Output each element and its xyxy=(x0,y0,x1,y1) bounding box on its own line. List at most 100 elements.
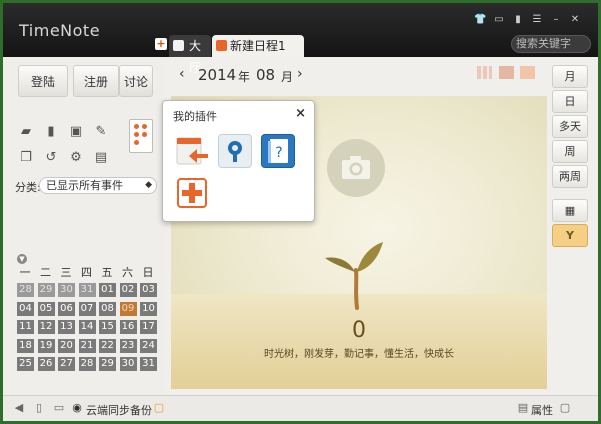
calendar-day[interactable]: 30 xyxy=(58,283,75,297)
camera-button[interactable] xyxy=(327,139,385,197)
tab-new-schedule[interactable]: 新建日程1 xyxy=(212,35,304,57)
calendar-day[interactable]: 01 xyxy=(99,283,116,297)
calendar-day[interactable]: 24 xyxy=(140,338,157,353)
add-tab-button[interactable]: + xyxy=(155,38,167,50)
skin-icon[interactable]: 👕 xyxy=(474,14,486,26)
view-day-button[interactable]: 日 xyxy=(552,90,588,113)
calendar-day[interactable]: 29 xyxy=(37,283,55,297)
import-plugin-icon[interactable] xyxy=(175,134,209,168)
sound-icon[interactable]: ◀ xyxy=(13,402,25,414)
calendar-day[interactable]: 16 xyxy=(119,320,137,334)
weekday-header: 日 xyxy=(142,266,154,279)
properties-label[interactable]: 属性 xyxy=(531,402,553,418)
discuss-button[interactable]: 讨论 xyxy=(119,65,153,97)
filter-label: 分类: xyxy=(15,181,41,194)
close-icon[interactable]: ✕ xyxy=(569,14,581,26)
copy-icon[interactable]: ❐ xyxy=(19,151,33,165)
calendar-day[interactable]: 29 xyxy=(99,357,116,371)
new-file-icon[interactable]: ▮ xyxy=(44,125,58,139)
popup-close-button[interactable]: × xyxy=(295,106,306,121)
calendar-day[interactable]: 27 xyxy=(58,357,75,371)
calendar-day[interactable]: 13 xyxy=(58,320,75,334)
calendar-day[interactable]: 04 xyxy=(17,301,34,316)
weekday-header: 五 xyxy=(101,266,113,279)
sprout-small-icon: Y xyxy=(566,229,574,242)
collapse-calendar-icon[interactable]: ▼ xyxy=(17,254,27,264)
calendar-day[interactable]: 31 xyxy=(140,357,157,371)
schedule-icon xyxy=(216,40,227,51)
calendar-day[interactable]: 28 xyxy=(17,283,34,297)
plugins-button[interactable] xyxy=(129,119,153,153)
calendar-day[interactable]: 28 xyxy=(78,357,96,371)
login-button[interactable]: 登陆 xyxy=(18,65,68,97)
plugin-dot xyxy=(134,124,139,129)
weekday-header: 四 xyxy=(81,266,92,279)
save-icon[interactable]: ▣ xyxy=(69,125,83,139)
calendar-day[interactable]: 31 xyxy=(78,283,96,297)
layout-columns-icon[interactable] xyxy=(477,66,492,79)
timeline-view-button[interactable]: Y xyxy=(552,224,588,247)
calendar-day[interactable]: 21 xyxy=(78,338,96,353)
gear-icon[interactable]: ⚙ xyxy=(69,151,83,165)
calendar-day[interactable]: 14 xyxy=(78,320,96,334)
calendar-day[interactable]: 20 xyxy=(58,338,75,353)
help-plugin-icon[interactable]: ? xyxy=(261,134,295,168)
calendar-day[interactable]: 02 xyxy=(119,283,137,297)
next-month-button[interactable]: › xyxy=(297,66,303,82)
weekday-header: 一 xyxy=(19,266,31,279)
tab-label: 新建日程1 xyxy=(230,39,286,53)
tab-hall[interactable]: 大厅 xyxy=(169,35,211,75)
undo-icon[interactable]: ↺ xyxy=(44,151,58,165)
category-filter-select[interactable]: 已显示所有事件 ◆ xyxy=(39,177,157,194)
calendar-day[interactable]: 10 xyxy=(140,301,157,316)
properties-icon[interactable]: ▤ xyxy=(517,402,529,414)
calendar-day[interactable]: 18 xyxy=(17,338,34,353)
calendar-day[interactable]: 25 xyxy=(17,357,34,371)
cloud-sync-icon[interactable]: ◉ xyxy=(71,402,83,414)
calendar-day[interactable]: 15 xyxy=(99,320,116,334)
prev-month-button[interactable]: ‹ xyxy=(179,66,185,82)
calendar-day[interactable]: 11 xyxy=(17,320,34,334)
menu-icon[interactable]: ☰ xyxy=(531,14,543,26)
sprout-icon xyxy=(325,242,383,310)
app-logo: TimeNote xyxy=(19,21,101,40)
view-week-button[interactable]: 周 xyxy=(552,140,588,163)
calendar-day[interactable]: 08 xyxy=(99,301,116,316)
calendar-day[interactable]: 30 xyxy=(119,357,137,371)
reminder-plugin-icon[interactable] xyxy=(218,134,252,168)
view-twoweek-button[interactable]: 两周 xyxy=(552,165,588,188)
status-bar: ◀ ▯ ▭ ◉ 云端同步备份 ▢ ▤ 属性 ▢ xyxy=(3,395,598,421)
feedback-icon[interactable]: ▢ xyxy=(559,402,571,414)
left-panel: 登陆 注册 讨论 ▰ ▮ ▣ ✎ ❐ ↺ ⚙ ▤ 分类: 已显示所有事件 ◆ ▼… xyxy=(3,57,166,395)
filter-value: 已显示所有事件 xyxy=(46,179,123,192)
calendar-day[interactable]: 23 xyxy=(119,338,137,353)
calendar-day[interactable]: 19 xyxy=(37,338,55,353)
edit-icon[interactable]: ✎ xyxy=(94,125,108,139)
calendar-day[interactable]: 12 xyxy=(37,320,55,334)
calendar-view-button[interactable]: ▦ xyxy=(552,199,588,222)
plugins-popup: 我的插件 × ? xyxy=(162,100,315,222)
lock-icon[interactable]: ▮ xyxy=(512,14,524,26)
folder-icon[interactable]: ▰ xyxy=(19,125,33,139)
view-multiday-button[interactable]: 多天 xyxy=(552,115,588,138)
unlock-icon[interactable]: ▭ xyxy=(53,402,65,414)
search-input[interactable]: 搜索关键字 xyxy=(511,35,591,53)
calendar-day[interactable]: 09 xyxy=(119,301,137,316)
lock-small-icon[interactable]: ▯ xyxy=(33,402,45,414)
minimize-icon[interactable]: – xyxy=(550,14,562,26)
calendar-day[interactable]: 06 xyxy=(58,301,75,316)
calendar-day[interactable]: 26 xyxy=(37,357,55,371)
clipboard-icon[interactable]: ▤ xyxy=(94,151,108,165)
calendar-day[interactable]: 17 xyxy=(140,320,157,334)
layout-single-icon[interactable] xyxy=(520,66,535,79)
calendar-day[interactable]: 03 xyxy=(140,283,157,297)
calendar-day[interactable]: 22 xyxy=(99,338,116,353)
cloud-sync-label[interactable]: 云端同步备份 xyxy=(86,402,152,418)
window-icon[interactable]: ▭ xyxy=(493,14,505,26)
calendar-day[interactable]: 05 xyxy=(37,301,55,316)
add-plugin-button[interactable] xyxy=(177,178,207,208)
calendar-day[interactable]: 07 xyxy=(78,301,96,316)
view-month-button[interactable]: 月 xyxy=(552,65,588,88)
register-button[interactable]: 注册 xyxy=(73,65,119,97)
layout-grid-icon[interactable] xyxy=(499,66,514,79)
